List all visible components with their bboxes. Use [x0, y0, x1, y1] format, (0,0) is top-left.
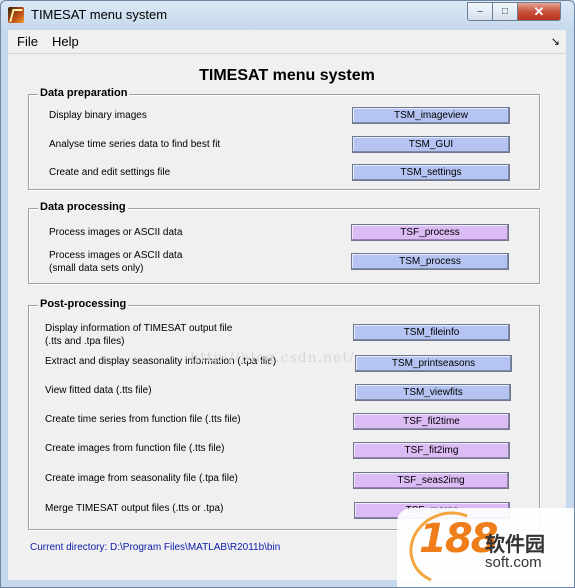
panel-title: Post-processing	[38, 298, 129, 310]
tsm-printseasons-button[interactable]: TSM_printseasons	[355, 355, 512, 372]
dock-arrow-icon[interactable]: ↘	[551, 35, 560, 48]
watermark-text: http://blog.csdn.net/	[190, 350, 355, 366]
row-label: Process images or ASCII data	[49, 227, 183, 238]
tsm-settings-button[interactable]: TSM_settings	[352, 164, 510, 181]
row-label: Merge TIMESAT output files (.tts or .tpa…	[45, 503, 224, 514]
site-logo-badge: 188 软件园 soft.com	[397, 500, 574, 587]
logo-en-text: soft.com	[485, 554, 542, 571]
row-sublabel: (.tts and .tpa files)	[45, 336, 125, 347]
tsm-viewfits-button[interactable]: TSM_viewfits	[355, 384, 511, 401]
tsf-seas2img-button[interactable]: TSF_seas2img	[353, 472, 509, 489]
row-label: Create images from function file (.tts f…	[45, 443, 225, 454]
row-label: Display information of TIMESAT output fi…	[45, 323, 233, 334]
row-label: Process images or ASCII data	[49, 250, 183, 261]
tsm-gui-button[interactable]: TSM_GUI	[352, 136, 510, 153]
row-label: Display binary images	[49, 110, 147, 121]
panel-title: Data preparation	[38, 87, 130, 99]
panel-data-preparation: Data preparation Display binary images T…	[28, 87, 540, 190]
tsm-imageview-button[interactable]: TSM_imageview	[352, 107, 510, 124]
client-area: TIMESAT menu system Data preparation Dis…	[8, 54, 566, 580]
title-bar: TIMESAT menu system – □ ✕	[1, 1, 574, 29]
matlab-icon	[8, 7, 24, 23]
tsm-process-button[interactable]: TSM_process	[351, 253, 509, 270]
row-label: Create and edit settings file	[49, 167, 171, 178]
menu-file[interactable]: File	[17, 34, 38, 49]
logo-cn-text: 软件园	[485, 534, 545, 556]
app-window: TIMESAT menu system – □ ✕ File Help ↘ TI…	[0, 0, 575, 588]
menu-help[interactable]: Help	[52, 34, 79, 49]
panel-title: Data processing	[38, 201, 128, 213]
maximize-button[interactable]: □	[492, 2, 518, 21]
panel-post-processing: Post-processing Display information of T…	[28, 298, 540, 530]
row-label: View fitted data (.tts file)	[45, 385, 152, 396]
row-label: Analyse time series data to find best fi…	[49, 139, 221, 150]
current-directory: Current directory: D:\Program Files\MATL…	[30, 542, 281, 553]
row-label: Create time series from function file (.…	[45, 414, 241, 425]
row-label: Create image from seasonality file (.tpa…	[45, 473, 238, 484]
tsf-fit2img-button[interactable]: TSF_fit2img	[353, 442, 510, 459]
panel-data-processing: Data processing Process images or ASCII …	[28, 201, 540, 284]
menu-bar: File Help ↘	[8, 30, 566, 54]
minimize-button[interactable]: –	[467, 2, 493, 21]
page-title: TIMESAT menu system	[199, 67, 375, 84]
window-title: TIMESAT menu system	[31, 7, 168, 22]
close-button[interactable]: ✕	[517, 2, 561, 21]
tsf-process-button[interactable]: TSF_process	[351, 224, 509, 241]
tsf-fit2time-button[interactable]: TSF_fit2time	[353, 413, 510, 430]
row-sublabel: (small data sets only)	[49, 263, 144, 274]
tsm-fileinfo-button[interactable]: TSM_fileinfo	[353, 324, 510, 341]
